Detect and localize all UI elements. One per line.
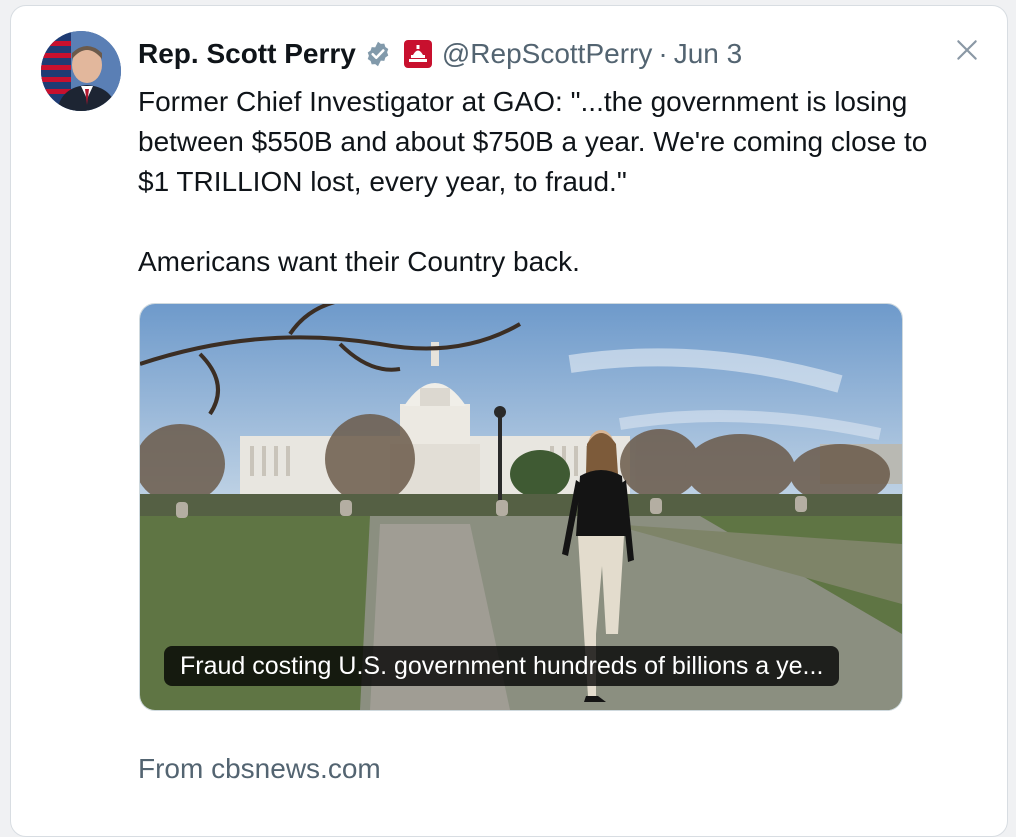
link-card-media[interactable]: Fraud costing U.S. government hundreds o… [139, 303, 903, 711]
author-handle[interactable]: @RepScottPerry [442, 36, 653, 72]
tweet-header: Rep. Scott Perry @RepScottPerry · Jun 3 [138, 36, 742, 72]
avatar[interactable] [41, 31, 121, 111]
tweet-date[interactable]: Jun 3 [674, 36, 743, 72]
verified-badge-icon [364, 40, 392, 68]
video-caption: Fraud costing U.S. government hundreds o… [164, 646, 840, 686]
close-icon[interactable] [951, 34, 983, 66]
tweet-text: Former Chief Investigator at GAO: "...th… [138, 86, 928, 277]
link-source[interactable]: From cbsnews.com [138, 751, 381, 787]
tweet-card: Rep. Scott Perry @RepScottPerry · Jun 3 … [10, 5, 1008, 837]
separator-dot: · [658, 38, 668, 69]
capitol-affiliation-icon[interactable] [403, 40, 432, 68]
author-name[interactable]: Rep. Scott Perry [138, 36, 356, 72]
